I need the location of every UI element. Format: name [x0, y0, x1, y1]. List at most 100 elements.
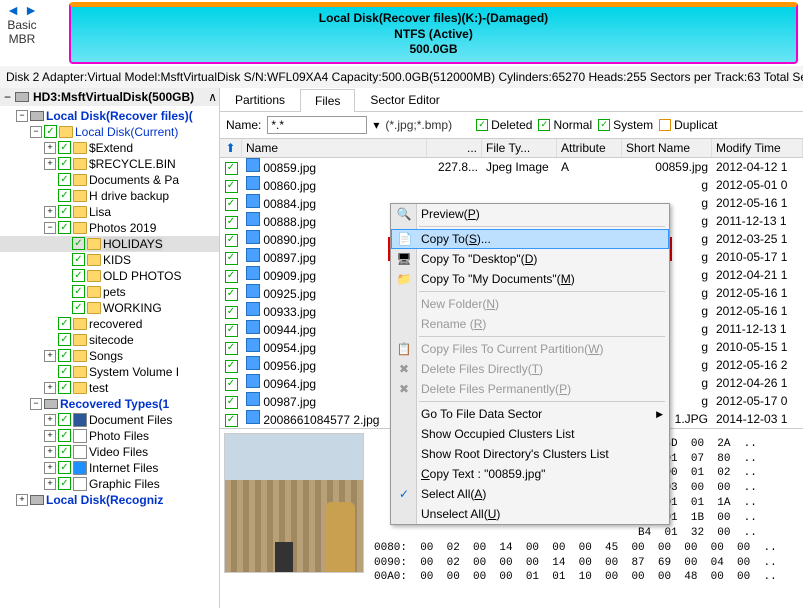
row-checkbox[interactable]: ✓: [225, 180, 238, 193]
tree-docs[interactable]: Documents & Pa: [89, 173, 179, 187]
row-checkbox[interactable]: ✓: [225, 216, 238, 229]
menu-delete-direct: ✖Delete Files Directly(T): [391, 359, 669, 379]
menu-goto-data-sector[interactable]: Go To File Data Sector▶: [391, 404, 669, 424]
tree-recycle[interactable]: $RECYCLE.BIN: [89, 157, 176, 171]
copy-icon: 📄: [397, 231, 413, 247]
row-checkbox[interactable]: ✓: [225, 342, 238, 355]
row-checkbox[interactable]: ✓: [225, 306, 238, 319]
filter-normal-checkbox[interactable]: ✓Normal: [538, 118, 592, 132]
menu-show-occupied[interactable]: Show Occupied Clusters List: [391, 424, 669, 444]
tree-songs[interactable]: Songs: [89, 349, 123, 363]
row-checkbox[interactable]: ✓: [225, 234, 238, 247]
tree-test[interactable]: test: [89, 381, 108, 395]
col-name[interactable]: Name: [242, 139, 427, 157]
tree-svi[interactable]: System Volume I: [89, 365, 179, 379]
col-short[interactable]: Short Name: [622, 139, 712, 157]
tree-photofiles[interactable]: Photo Files: [89, 429, 149, 443]
tree-hdrive[interactable]: H drive backup: [89, 189, 169, 203]
menu-preview[interactable]: 🔍Preview(P): [391, 204, 669, 224]
nav-back-icon[interactable]: ◄: [5, 2, 21, 18]
menu-copy-to[interactable]: 📄Copy To(S)...: [391, 229, 669, 249]
directory-tree[interactable]: −Local Disk(Recover files)( −✓Local Disk…: [0, 106, 219, 510]
graphic-icon: [73, 477, 87, 491]
col-size[interactable]: ...: [427, 139, 482, 157]
filter-dropdown-icon[interactable]: ▾: [373, 118, 379, 132]
nav-forward-icon[interactable]: ►: [23, 2, 39, 18]
folder-icon: 📁: [396, 271, 412, 287]
col-mod[interactable]: Modify Time: [712, 139, 803, 157]
filter-deleted-checkbox[interactable]: ✓Deleted: [476, 118, 532, 132]
menu-select-all[interactable]: ✓Select All(A): [391, 484, 669, 504]
folder-icon: [59, 126, 73, 138]
menu-copy-mydocs[interactable]: 📁Copy To "My Documents"(M): [391, 269, 669, 289]
jpeg-icon: [246, 410, 260, 424]
jpeg-icon: [246, 356, 260, 370]
jpeg-icon: [246, 338, 260, 352]
tree-holidays[interactable]: HOLIDAYS: [103, 237, 163, 251]
row-checkbox[interactable]: ✓: [225, 252, 238, 265]
jpeg-icon: [246, 374, 260, 388]
tree-recover[interactable]: Local Disk(Recover files)(: [46, 109, 193, 123]
tab-sector-editor[interactable]: Sector Editor: [355, 88, 454, 111]
tree-root-label: HD3:MsftVirtualDisk(500GB): [33, 90, 194, 104]
tree-recogniz[interactable]: Local Disk(Recogniz: [46, 493, 163, 507]
row-checkbox[interactable]: ✓: [225, 198, 238, 211]
menu-copy-current: 📋Copy Files To Current Partition(W): [391, 339, 669, 359]
tree-oldphotos[interactable]: OLD PHOTOS: [103, 269, 181, 283]
row-checkbox[interactable]: ✓: [225, 360, 238, 373]
file-row[interactable]: ✓ 00859.jpg227.8...Jpeg ImageA00859.jpg2…: [220, 158, 803, 176]
disk-info-bar: Disk 2 Adapter:Virtual Model:MsftVirtual…: [0, 66, 803, 88]
context-menu: 🔍Preview(P) 📄Copy To(S)... 🖥Copy To "Des…: [390, 203, 670, 525]
tree-scroll-icon[interactable]: ∧: [208, 90, 217, 104]
tree-kids[interactable]: KIDS: [103, 253, 131, 267]
disk-banner[interactable]: Local Disk(Recover files)(K:)-(Damaged) …: [69, 2, 798, 64]
row-checkbox[interactable]: ✓: [225, 414, 238, 427]
row-checkbox[interactable]: ✓: [225, 162, 238, 175]
menu-copy-desktop[interactable]: 🖥Copy To "Desktop"(D): [391, 249, 669, 269]
row-checkbox[interactable]: ✓: [225, 288, 238, 301]
tree-inetfiles[interactable]: Internet Files: [89, 461, 158, 475]
tree-recovered[interactable]: recovered: [89, 317, 142, 331]
jpeg-icon: [246, 194, 260, 208]
tree-current[interactable]: Local Disk(Current): [75, 125, 178, 139]
row-checkbox[interactable]: ✓: [225, 396, 238, 409]
filter-system-checkbox[interactable]: ✓System: [598, 118, 653, 132]
menu-copy-text[interactable]: Copy Text : "00859.jpg": [391, 464, 669, 484]
tree-pets[interactable]: pets: [103, 285, 126, 299]
col-type[interactable]: File Ty...: [482, 139, 557, 157]
row-checkbox[interactable]: ✓: [225, 270, 238, 283]
tree-root-row[interactable]: − HD3:MsftVirtualDisk(500GB) ∧: [0, 88, 219, 106]
giraffe-icon: [325, 502, 355, 572]
menu-unselect-all[interactable]: Unselect All(U): [391, 504, 669, 524]
filter-duplicate-checkbox[interactable]: Duplicat: [659, 118, 717, 132]
tree-sitecode[interactable]: sitecode: [89, 333, 134, 347]
tree-docfiles[interactable]: Document Files: [89, 413, 172, 427]
tree-extend[interactable]: $Extend: [89, 141, 133, 155]
menu-show-root[interactable]: Show Root Directory's Clusters List: [391, 444, 669, 464]
tree-videofiles[interactable]: Video Files: [89, 445, 148, 459]
filter-ext-label: (*.jpg;*.bmp): [385, 118, 452, 132]
file-row[interactable]: ✓ 00860.jpgg2012-05-01 0: [220, 176, 803, 194]
jpeg-icon: [246, 176, 260, 190]
basic-label: Basic: [5, 18, 39, 32]
collapse-icon[interactable]: −: [4, 90, 11, 104]
preview-thumbnail[interactable]: [224, 433, 364, 573]
jpeg-icon: [246, 158, 260, 172]
tree-gfxfiles[interactable]: Graphic Files: [89, 477, 160, 491]
jpeg-icon: [246, 248, 260, 262]
col-attr[interactable]: Attribute: [557, 139, 622, 157]
disk-icon: [15, 92, 29, 102]
row-checkbox[interactable]: ✓: [225, 378, 238, 391]
tree-lisa[interactable]: Lisa: [89, 205, 111, 219]
jpeg-icon: [246, 212, 260, 226]
tab-partitions[interactable]: Partitions: [220, 88, 300, 111]
check-icon: ✓: [396, 486, 412, 502]
desktop-icon: 🖥: [396, 251, 412, 267]
tab-files[interactable]: Files: [300, 89, 355, 112]
tree-types[interactable]: Recovered Types(1: [60, 397, 169, 411]
col-up-icon[interactable]: ⬆: [220, 139, 242, 157]
tree-photos[interactable]: Photos 2019: [89, 221, 156, 235]
filter-pattern-input[interactable]: [267, 116, 367, 134]
tree-working[interactable]: WORKING: [103, 301, 162, 315]
row-checkbox[interactable]: ✓: [225, 324, 238, 337]
